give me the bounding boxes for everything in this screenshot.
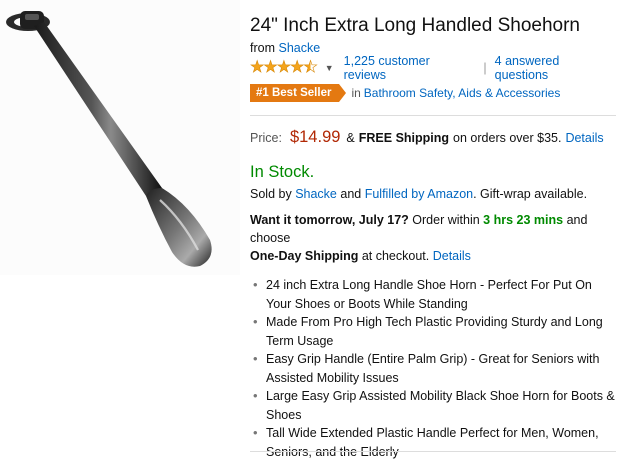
sold-by-and: and: [340, 187, 362, 201]
at-checkout-label: at checkout.: [361, 249, 430, 263]
separator: |: [483, 61, 487, 75]
best-seller-badge[interactable]: #1 Best Seller: [250, 84, 347, 102]
product-image[interactable]: [0, 0, 240, 275]
star-icon: ★: [250, 59, 265, 76]
answered-questions-link[interactable]: 4 answered questions: [495, 54, 616, 82]
byline: from Shacke: [250, 41, 616, 55]
fulfilled-by-amazon-link[interactable]: Fulfilled by Amazon: [365, 187, 473, 201]
shipping-note: on orders over $35.: [453, 131, 562, 145]
product-detail: 24" Inch Extra Long Handled Shoehorn fro…: [250, 0, 616, 461]
seller-link[interactable]: Shacke: [295, 187, 337, 201]
price-label: Price:: [250, 131, 282, 145]
category-link[interactable]: Bathroom Safety, Aids & Accessories: [364, 86, 561, 100]
star-icon: ★: [263, 59, 278, 76]
in-stock-status: In Stock.: [250, 163, 315, 181]
best-seller-in-label: in: [351, 86, 361, 100]
price-value: $14.99: [289, 128, 341, 146]
price-row: Price: $14.99 & FREE Shipping on orders …: [250, 128, 616, 147]
half-star-icon: ★: [303, 59, 318, 76]
order-within-label: Order within: [412, 213, 480, 227]
shipping-details-link[interactable]: Details: [565, 131, 603, 145]
feature-bullet: Large Easy Grip Assisted Mobility Black …: [250, 387, 616, 424]
price-amp: &: [346, 131, 355, 145]
divider: [250, 451, 616, 452]
rating-row: ★ ★ ★ ★ ★ ▼ 1,225 customer reviews | 4 a…: [250, 54, 616, 82]
feature-bullet: 24 inch Extra Long Handle Shoe Horn - Pe…: [250, 276, 616, 313]
chevron-down-icon[interactable]: ▼: [325, 63, 334, 73]
feature-bullet: Easy Grip Handle (Entire Palm Grip) - Gr…: [250, 350, 616, 387]
feature-bullets: 24 inch Extra Long Handle Shoe Horn - Pe…: [250, 276, 616, 461]
byline-prefix: from: [250, 41, 275, 55]
delivery-message: Want it tomorrow, July 17? Order within …: [250, 211, 616, 265]
delivery-date: Want it tomorrow, July 17?: [250, 213, 409, 227]
brand-link[interactable]: Shacke: [278, 41, 320, 55]
best-seller-row: #1 Best Seller in Bathroom Safety, Aids …: [250, 83, 616, 103]
star-icon: ★: [290, 59, 305, 76]
sold-by-prefix: Sold by: [250, 187, 292, 201]
free-shipping-label: FREE Shipping: [358, 131, 450, 145]
star-icon: ★: [276, 59, 291, 76]
shoehorn-image: [6, 11, 212, 267]
reviews-link[interactable]: 1,225 customer reviews: [344, 54, 476, 82]
countdown-timer: 3 hrs 23 mins: [483, 213, 564, 227]
divider: [250, 115, 616, 116]
product-title: 24" Inch Extra Long Handled Shoehorn: [250, 15, 580, 36]
feature-bullet: Tall Wide Extended Plastic Handle Perfec…: [250, 424, 616, 461]
star-rating-icon[interactable]: ★ ★ ★ ★ ★: [250, 59, 318, 76]
sold-by-line: Sold by Shacke and Fulfilled by Amazon. …: [250, 187, 616, 201]
one-day-shipping-label: One-Day Shipping: [250, 249, 359, 263]
delivery-details-link[interactable]: Details: [433, 249, 471, 263]
feature-bullet: Made From Pro High Tech Plastic Providin…: [250, 313, 616, 350]
gift-wrap-note: . Gift-wrap available.: [473, 187, 588, 201]
